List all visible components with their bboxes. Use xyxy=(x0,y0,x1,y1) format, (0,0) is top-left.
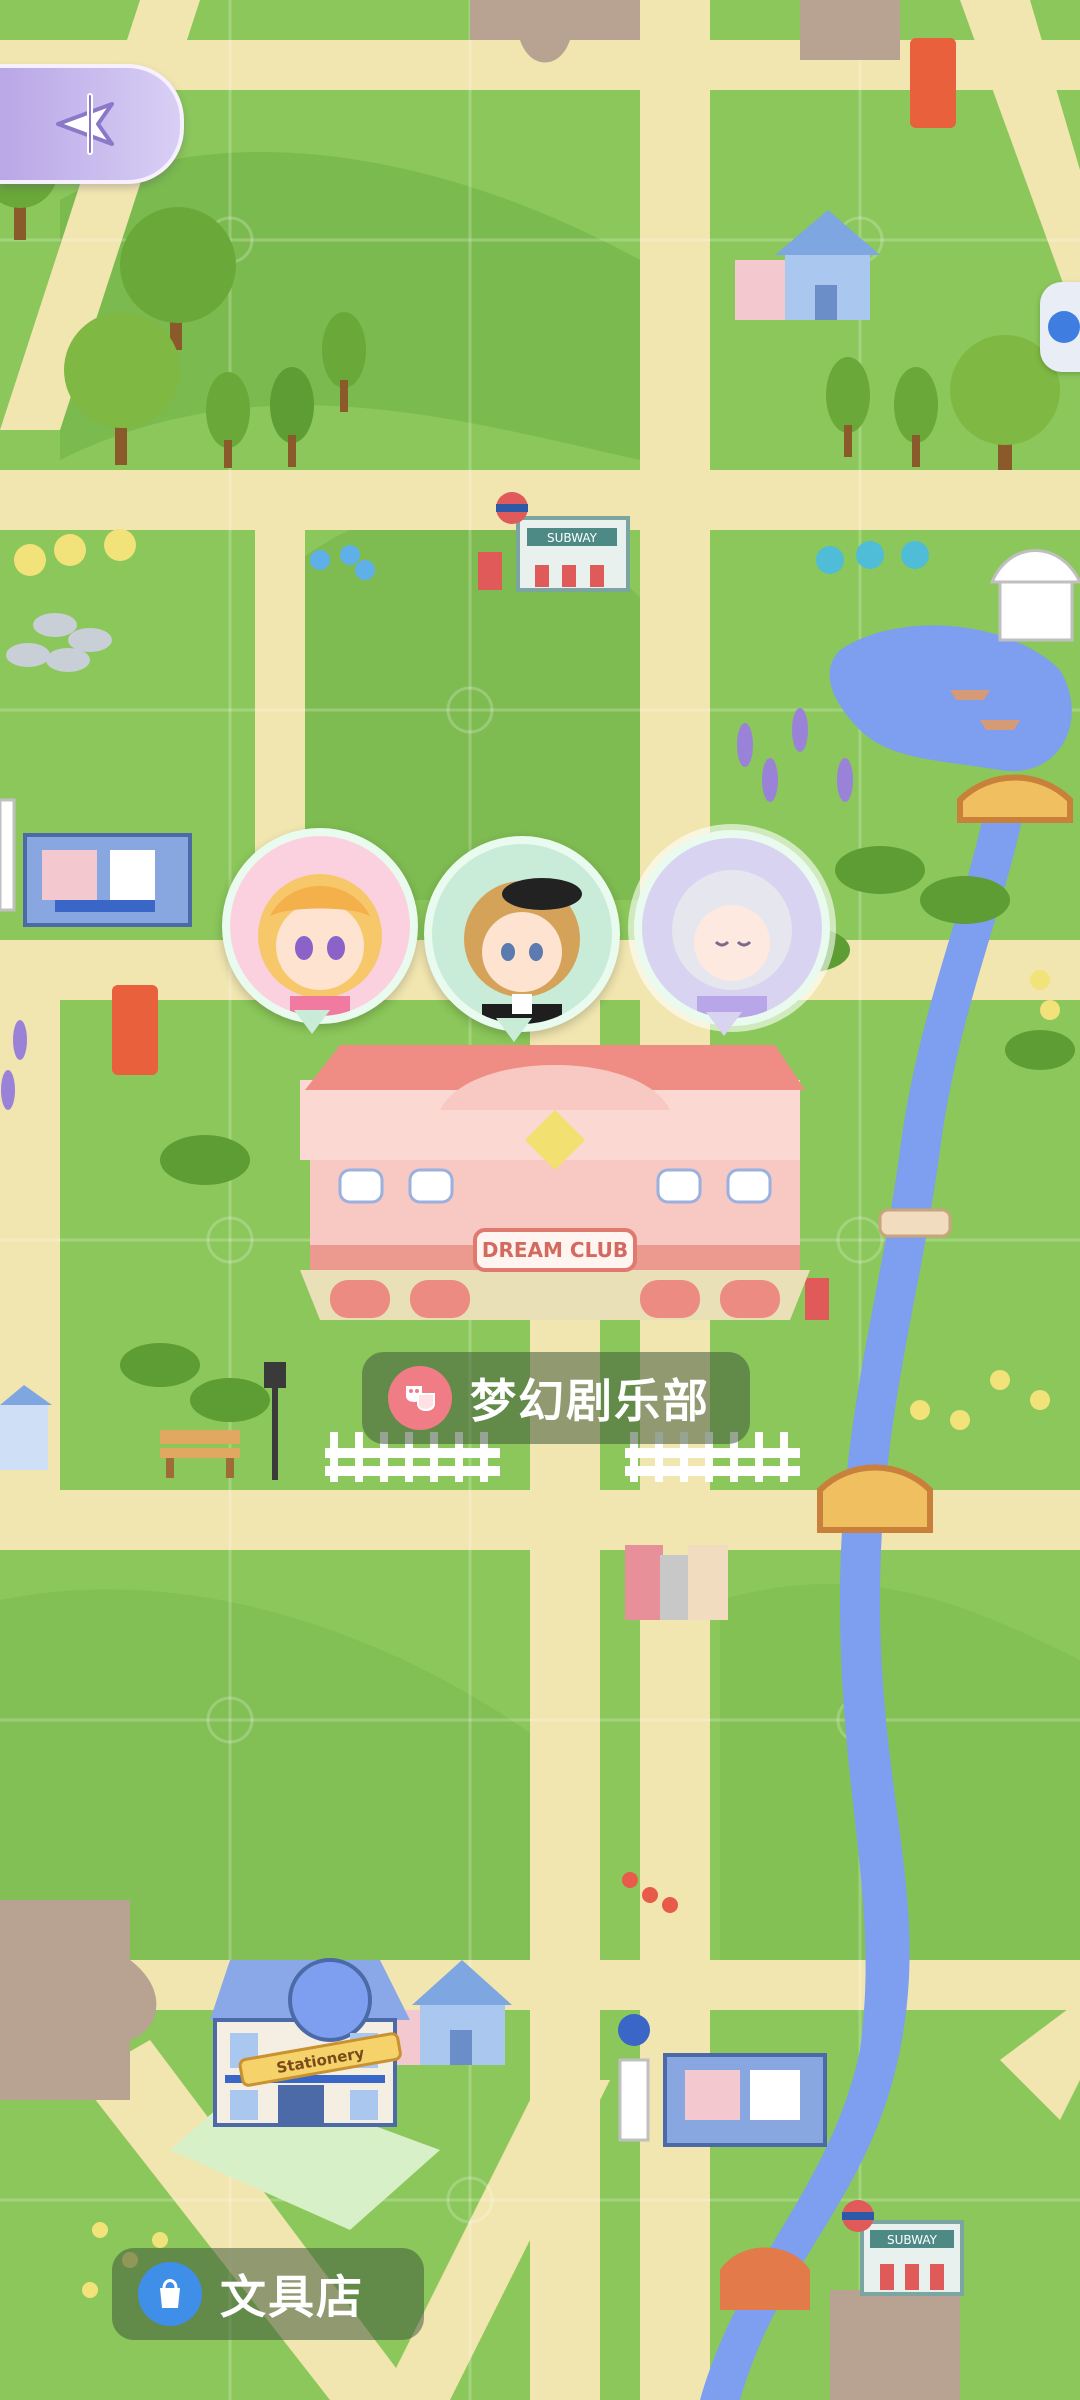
drama-masks-icon xyxy=(388,1366,452,1430)
subway-sign-text: SUBWAY xyxy=(547,531,598,545)
location-label-stationery[interactable]: 文具店 xyxy=(112,2248,424,2340)
shopping-bag-icon xyxy=(138,2262,202,2326)
avatar-white-hair-girl[interactable] xyxy=(634,830,830,1026)
avatar-blonde-girl[interactable] xyxy=(222,828,418,1024)
side-panel-tab[interactable] xyxy=(1040,282,1080,372)
blonde-girl-portrait xyxy=(258,874,382,1016)
white-hair-girl-portrait xyxy=(672,870,792,1018)
location-name-dream-club: 梦幻剧乐部 xyxy=(470,1374,710,1428)
dream-club-building[interactable]: DREAM CLUB xyxy=(300,1045,810,1320)
compass-arrow-icon xyxy=(50,84,130,164)
curly-hair-boy-portrait xyxy=(464,878,582,1024)
notice-icon xyxy=(1048,311,1080,343)
town-map[interactable]: SUBWAY SUBWAY DREAM CLUB Stationery xyxy=(0,0,1080,2400)
back-button[interactable] xyxy=(0,64,184,184)
location-label-dream-club[interactable]: 梦幻剧乐部 xyxy=(362,1352,750,1444)
avatar-curly-hair-boy[interactable] xyxy=(424,836,620,1032)
dream-club-sign: DREAM CLUB xyxy=(482,1238,628,1262)
location-name-stationery: 文具店 xyxy=(220,2270,364,2324)
svg-text:SUBWAY: SUBWAY xyxy=(887,2233,938,2247)
